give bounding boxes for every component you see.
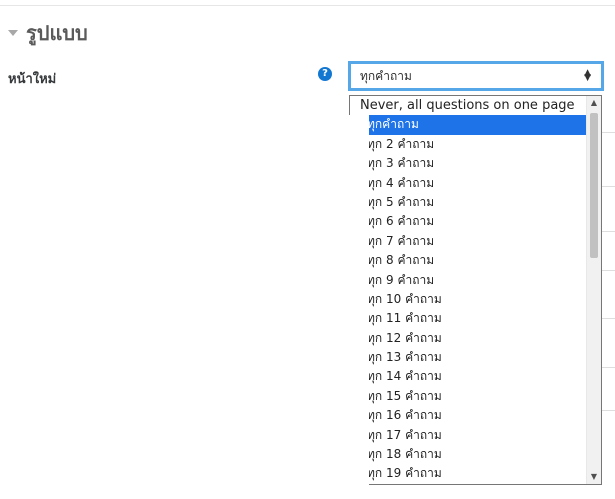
dropdown-option[interactable]: ทุก 13 คำถาม	[350, 348, 586, 367]
new-page-label: หน้าใหม่	[8, 72, 57, 87]
dropdown-option[interactable]: ทุก 19 คำถาม	[350, 464, 586, 483]
dropdown-option[interactable]: ทุก 10 คำถาม	[350, 290, 586, 309]
collapse-triangle-icon[interactable]	[8, 30, 18, 36]
section-header[interactable]: รูปแบบ	[8, 18, 88, 48]
dropdown-option[interactable]: ทุก 2 คำถาม	[350, 135, 586, 154]
dropdown-left-overlay	[349, 115, 369, 499]
dropdown-option[interactable]: ทุก 9 คำถาม	[350, 271, 586, 290]
dropdown-option[interactable]: ทุก 15 คำถาม	[350, 387, 586, 406]
new-page-select[interactable]: ทุกคำถาม ▲ ▼	[348, 61, 604, 91]
dropdown-option[interactable]: ทุก 6 คำถาม	[350, 212, 586, 231]
help-icon[interactable]: ?	[318, 67, 332, 81]
dropdown-option[interactable]: ทุก 12 คำถาม	[350, 329, 586, 348]
arrow-down-icon: ▼	[584, 73, 591, 83]
dropdown-option[interactable]: ทุก 11 คำถาม	[350, 309, 586, 328]
top-divider	[0, 5, 615, 6]
select-arrows-icon: ▲ ▼	[584, 69, 591, 83]
dropdown-option[interactable]: ทุก 5 คำถาม	[350, 193, 586, 212]
select-current-value: ทุกคำถาม	[360, 68, 412, 83]
scroll-thumb[interactable]	[590, 113, 598, 258]
dropdown-option[interactable]: ทุก 16 คำถาม	[350, 406, 586, 425]
scroll-down-arrow-icon[interactable]: ▼	[587, 470, 601, 484]
section-title: รูปแบบ	[26, 21, 88, 45]
dropdown-option[interactable]: ทุกคำถาม	[350, 115, 586, 135]
dropdown-option[interactable]: ทุก 4 คำถาม	[350, 174, 586, 193]
dropdown-option[interactable]: ทุก 18 คำถาม	[350, 445, 586, 464]
select-dropdown-list[interactable]: Never, all questions on one page ทุกคำถาม…	[349, 95, 602, 485]
dropdown-option[interactable]: ทุก 7 คำถาม	[350, 232, 586, 251]
dropdown-options: Never, all questions on one page ทุกคำถาม…	[350, 96, 586, 484]
dropdown-option[interactable]: ทุก 3 คำถาม	[350, 154, 586, 173]
dropdown-option[interactable]: ทุก 17 คำถาม	[350, 426, 586, 445]
dropdown-option[interactable]: ทุก 8 คำถาม	[350, 251, 586, 270]
dropdown-option[interactable]: ทุก 14 คำถาม	[350, 367, 586, 386]
scroll-up-arrow-icon[interactable]: ▲	[587, 96, 601, 110]
dropdown-scrollbar[interactable]: ▲ ▼	[586, 96, 601, 484]
dropdown-option[interactable]: Never, all questions on one page	[350, 96, 586, 115]
